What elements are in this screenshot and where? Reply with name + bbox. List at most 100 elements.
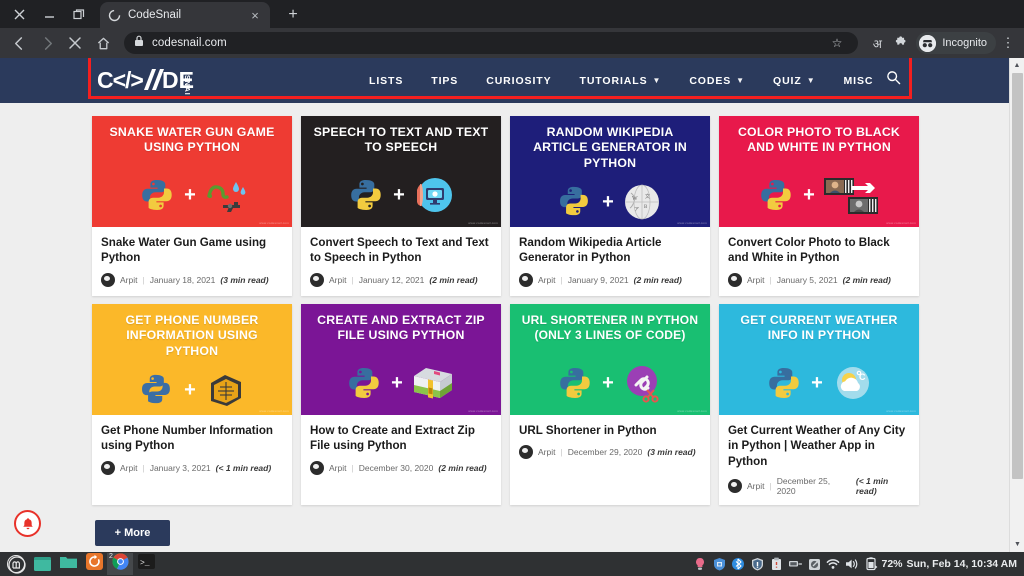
card-author[interactable]: Arpit [120, 275, 137, 285]
article-card[interactable]: SPEECH TO TEXT AND TEXT TO SPEECH + www.… [301, 116, 501, 296]
taskbar-menu-linux-mint[interactable] [3, 553, 29, 575]
card-title[interactable]: How to Create and Extract Zip File using… [310, 423, 493, 454]
card-meta: Arpit | December 25, 2020 (< 1 min read) [728, 476, 911, 496]
card-date: January 12, 2021 [358, 274, 425, 285]
browser-tab[interactable]: CodeSnail × [100, 2, 270, 28]
translate-icon[interactable]: अ [866, 30, 888, 56]
search-icon[interactable] [886, 70, 901, 90]
chevron-down-icon: ▼ [806, 76, 816, 85]
card-title[interactable]: Get Current Weather of Any City in Pytho… [728, 423, 911, 469]
chrome-icon [111, 553, 129, 575]
article-card[interactable]: GET PHONE NUMBER INFORMATION USING PYTHO… [92, 303, 292, 506]
article-card[interactable]: CREATE AND EXTRACT ZIP FILE USING PYTHON… [301, 303, 501, 506]
system-taskbar: 2 >_ 72% Sun, Feb 14, 10:34 AM [0, 552, 1024, 576]
site-navigation-bar: C</> DE SNAIL LISTS TIPS CURIOSITY TUTOR… [0, 58, 1009, 103]
plus-symbol: + [803, 184, 815, 206]
incognito-avatar-icon [919, 34, 937, 52]
stop-icon[interactable] [62, 30, 88, 56]
address-bar[interactable]: codesnail.com ☆ [124, 32, 859, 54]
new-tab-button[interactable]: + [282, 6, 304, 24]
page-scrollbar[interactable]: ▲ ▼ [1009, 58, 1024, 552]
card-author[interactable]: Arpit [329, 463, 346, 473]
plus-symbol: + [602, 371, 614, 394]
window-close-button[interactable] [4, 0, 34, 28]
nav-item-codes[interactable]: CODES ▼ [675, 75, 759, 87]
article-card[interactable]: RANDOM WIKIPEDIA ARTICLE GENERATOR IN PY… [510, 116, 710, 296]
card-title[interactable]: URL Shortener in Python [519, 423, 702, 438]
notification-bell-icon[interactable] [14, 510, 41, 537]
card-title[interactable]: Get Phone Number Information using Pytho… [101, 423, 284, 454]
window-controls [4, 0, 94, 28]
scroll-down-arrow[interactable]: ▼ [1010, 537, 1024, 552]
avatar [519, 272, 533, 287]
taskbar-show-desktop[interactable] [29, 553, 55, 575]
card-author[interactable]: Arpit [747, 275, 764, 285]
taskbar-file-manager[interactable] [55, 553, 81, 575]
battery-icon[interactable] [862, 552, 881, 576]
nav-item-tutorials[interactable]: TUTORIALS ▼ [566, 75, 676, 87]
card-thumbnail: COLOR PHOTO TO BLACK AND WHITE IN PYTHON… [719, 116, 919, 227]
home-icon[interactable] [90, 30, 116, 56]
thumbnail-watermark: www.codesnail.com [468, 221, 498, 225]
load-more-button[interactable]: + More [95, 520, 170, 546]
back-icon[interactable] [6, 30, 32, 56]
chevron-down-icon: ▼ [652, 76, 662, 85]
card-thumbnail: RANDOM WIKIPEDIA ARTICLE GENERATOR IN PY… [510, 116, 710, 227]
card-author[interactable]: Arpit [329, 275, 346, 285]
card-title[interactable]: Random Wikipedia Article Generator in Py… [519, 235, 702, 266]
disk-icon[interactable] [805, 552, 824, 576]
nav-item-tips[interactable]: TIPS [417, 75, 472, 87]
firewall-shield-icon[interactable] [748, 552, 767, 576]
taskbar-update-manager[interactable] [81, 553, 107, 575]
forward-icon[interactable] [34, 30, 60, 56]
python-logo-icon [346, 365, 382, 401]
nav-item-misc[interactable]: MISC [830, 75, 888, 87]
network-icon[interactable] [786, 552, 805, 576]
puzzle-icon[interactable] [890, 30, 912, 56]
thumbnail-title: GET CURRENT WEATHER INFO IN PYTHON [740, 312, 898, 343]
taskbar-terminal[interactable]: >_ [133, 553, 159, 575]
card-author[interactable]: Arpit [747, 481, 764, 491]
card-author[interactable]: Arpit [538, 275, 555, 285]
taskbar-chrome[interactable]: 2 [107, 553, 133, 575]
bookmark-star-icon[interactable]: ☆ [826, 36, 849, 50]
taskbar-clock[interactable]: Sun, Feb 14, 10:34 AM [907, 558, 1017, 570]
nav-label: CODES [689, 74, 732, 87]
snake-water-gun-icon [205, 176, 246, 214]
article-card[interactable]: URL SHORTENER IN PYTHON (ONLY 3 LINES OF… [510, 303, 710, 506]
card-author[interactable]: Arpit [120, 463, 137, 473]
volume-icon[interactable] [843, 552, 862, 576]
card-body: Convert Speech to Text and Text to Speec… [301, 227, 501, 296]
nav-item-curiosity[interactable]: CURIOSITY [472, 75, 565, 87]
card-date: January 5, 2021 [776, 274, 838, 285]
avatar [310, 272, 324, 287]
profile-incognito-button[interactable]: Incognito [916, 32, 996, 54]
tab-close-icon[interactable]: × [248, 9, 262, 22]
bluetooth-icon[interactable] [729, 552, 748, 576]
nav-label: CURIOSITY [486, 74, 552, 87]
article-card[interactable]: GET CURRENT WEATHER INFO IN PYTHON + C w… [719, 303, 919, 506]
browser-menu-icon[interactable]: ⋮ [998, 35, 1018, 51]
card-author[interactable]: Arpit [538, 447, 555, 457]
wifi-icon[interactable] [824, 552, 843, 576]
keyboard-led-icon[interactable] [691, 552, 710, 576]
python-logo-icon [139, 177, 175, 213]
card-title[interactable]: Snake Water Gun Game using Python [101, 235, 284, 266]
card-title[interactable]: Convert Color Photo to Black and White i… [728, 235, 911, 266]
nav-item-quiz[interactable]: QUIZ ▼ [759, 75, 830, 87]
article-card[interactable]: COLOR PHOTO TO BLACK AND WHITE IN PYTHON… [719, 116, 919, 296]
nav-item-lists[interactable]: LISTS [355, 75, 417, 87]
scroll-up-arrow[interactable]: ▲ [1010, 58, 1024, 73]
python-logo-icon [139, 372, 175, 408]
card-title[interactable]: Convert Speech to Text and Text to Speec… [310, 235, 493, 266]
shield-blue-icon[interactable] [710, 552, 729, 576]
avatar [310, 460, 324, 475]
python-logo-icon [758, 177, 794, 213]
scrollbar-thumb[interactable] [1012, 73, 1023, 479]
window-restore-button[interactable] [64, 0, 94, 28]
avatar [101, 460, 115, 475]
article-card[interactable]: SNAKE WATER GUN GAME USING PYTHON + www.… [92, 116, 292, 296]
clipboard-icon[interactable] [767, 552, 786, 576]
window-minimize-button[interactable] [34, 0, 64, 28]
site-logo[interactable]: C</> DE SNAIL [97, 66, 197, 101]
